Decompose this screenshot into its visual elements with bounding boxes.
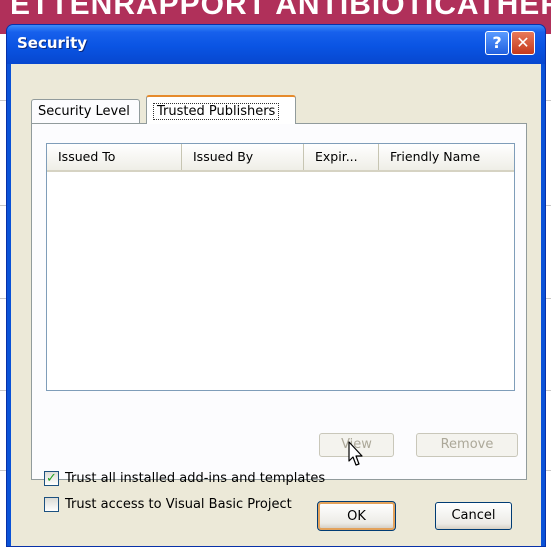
dialog-body: Security Level Trusted Publishers Issued…	[11, 64, 541, 546]
tab-label: Security Level	[38, 104, 130, 119]
column-header-issued-to[interactable]: Issued To	[47, 144, 182, 170]
security-dialog: Security ? ✕ Security Level Trusted Publ…	[6, 24, 546, 547]
mouse-pointer-icon	[348, 441, 363, 466]
tab-panel: Issued To Issued By Expir... Friendly Na…	[31, 123, 527, 512]
cancel-button[interactable]: Cancel	[435, 502, 512, 530]
publishers-list[interactable]: Issued To Issued By Expir... Friendly Na…	[46, 143, 515, 391]
trust-addins-checkbox[interactable]: ✓	[44, 471, 59, 486]
close-icon[interactable]: ✕	[511, 31, 535, 55]
tab-security-level[interactable]: Security Level	[31, 99, 140, 123]
column-header-expiration[interactable]: Expir...	[304, 144, 379, 170]
tab-trusted-publishers[interactable]: Trusted Publishers	[146, 95, 296, 124]
column-header-issued-by[interactable]: Issued By	[182, 144, 304, 170]
help-icon[interactable]: ?	[485, 31, 509, 55]
ok-button[interactable]: OK	[317, 501, 396, 531]
trust-vba-checkbox[interactable]	[44, 497, 59, 512]
dialog-titlebar[interactable]: Security ? ✕	[7, 25, 545, 64]
checkmark-icon: ✓	[46, 471, 57, 486]
dialog-title: Security	[17, 34, 88, 52]
document-header-text: ETTENRAPPORT ANTIBIOTICATHERAPIEBE	[10, 0, 551, 21]
trust-addins-label: Trust all installed add-ins and template…	[65, 471, 326, 486]
column-header-friendly-name[interactable]: Friendly Name	[379, 144, 514, 170]
trust-vba-label: Trust access to Visual Basic Project	[65, 497, 292, 512]
list-header: Issued To Issued By Expir... Friendly Na…	[47, 144, 514, 172]
remove-button[interactable]: Remove	[416, 433, 518, 457]
tab-label: Trusted Publishers	[153, 103, 280, 120]
